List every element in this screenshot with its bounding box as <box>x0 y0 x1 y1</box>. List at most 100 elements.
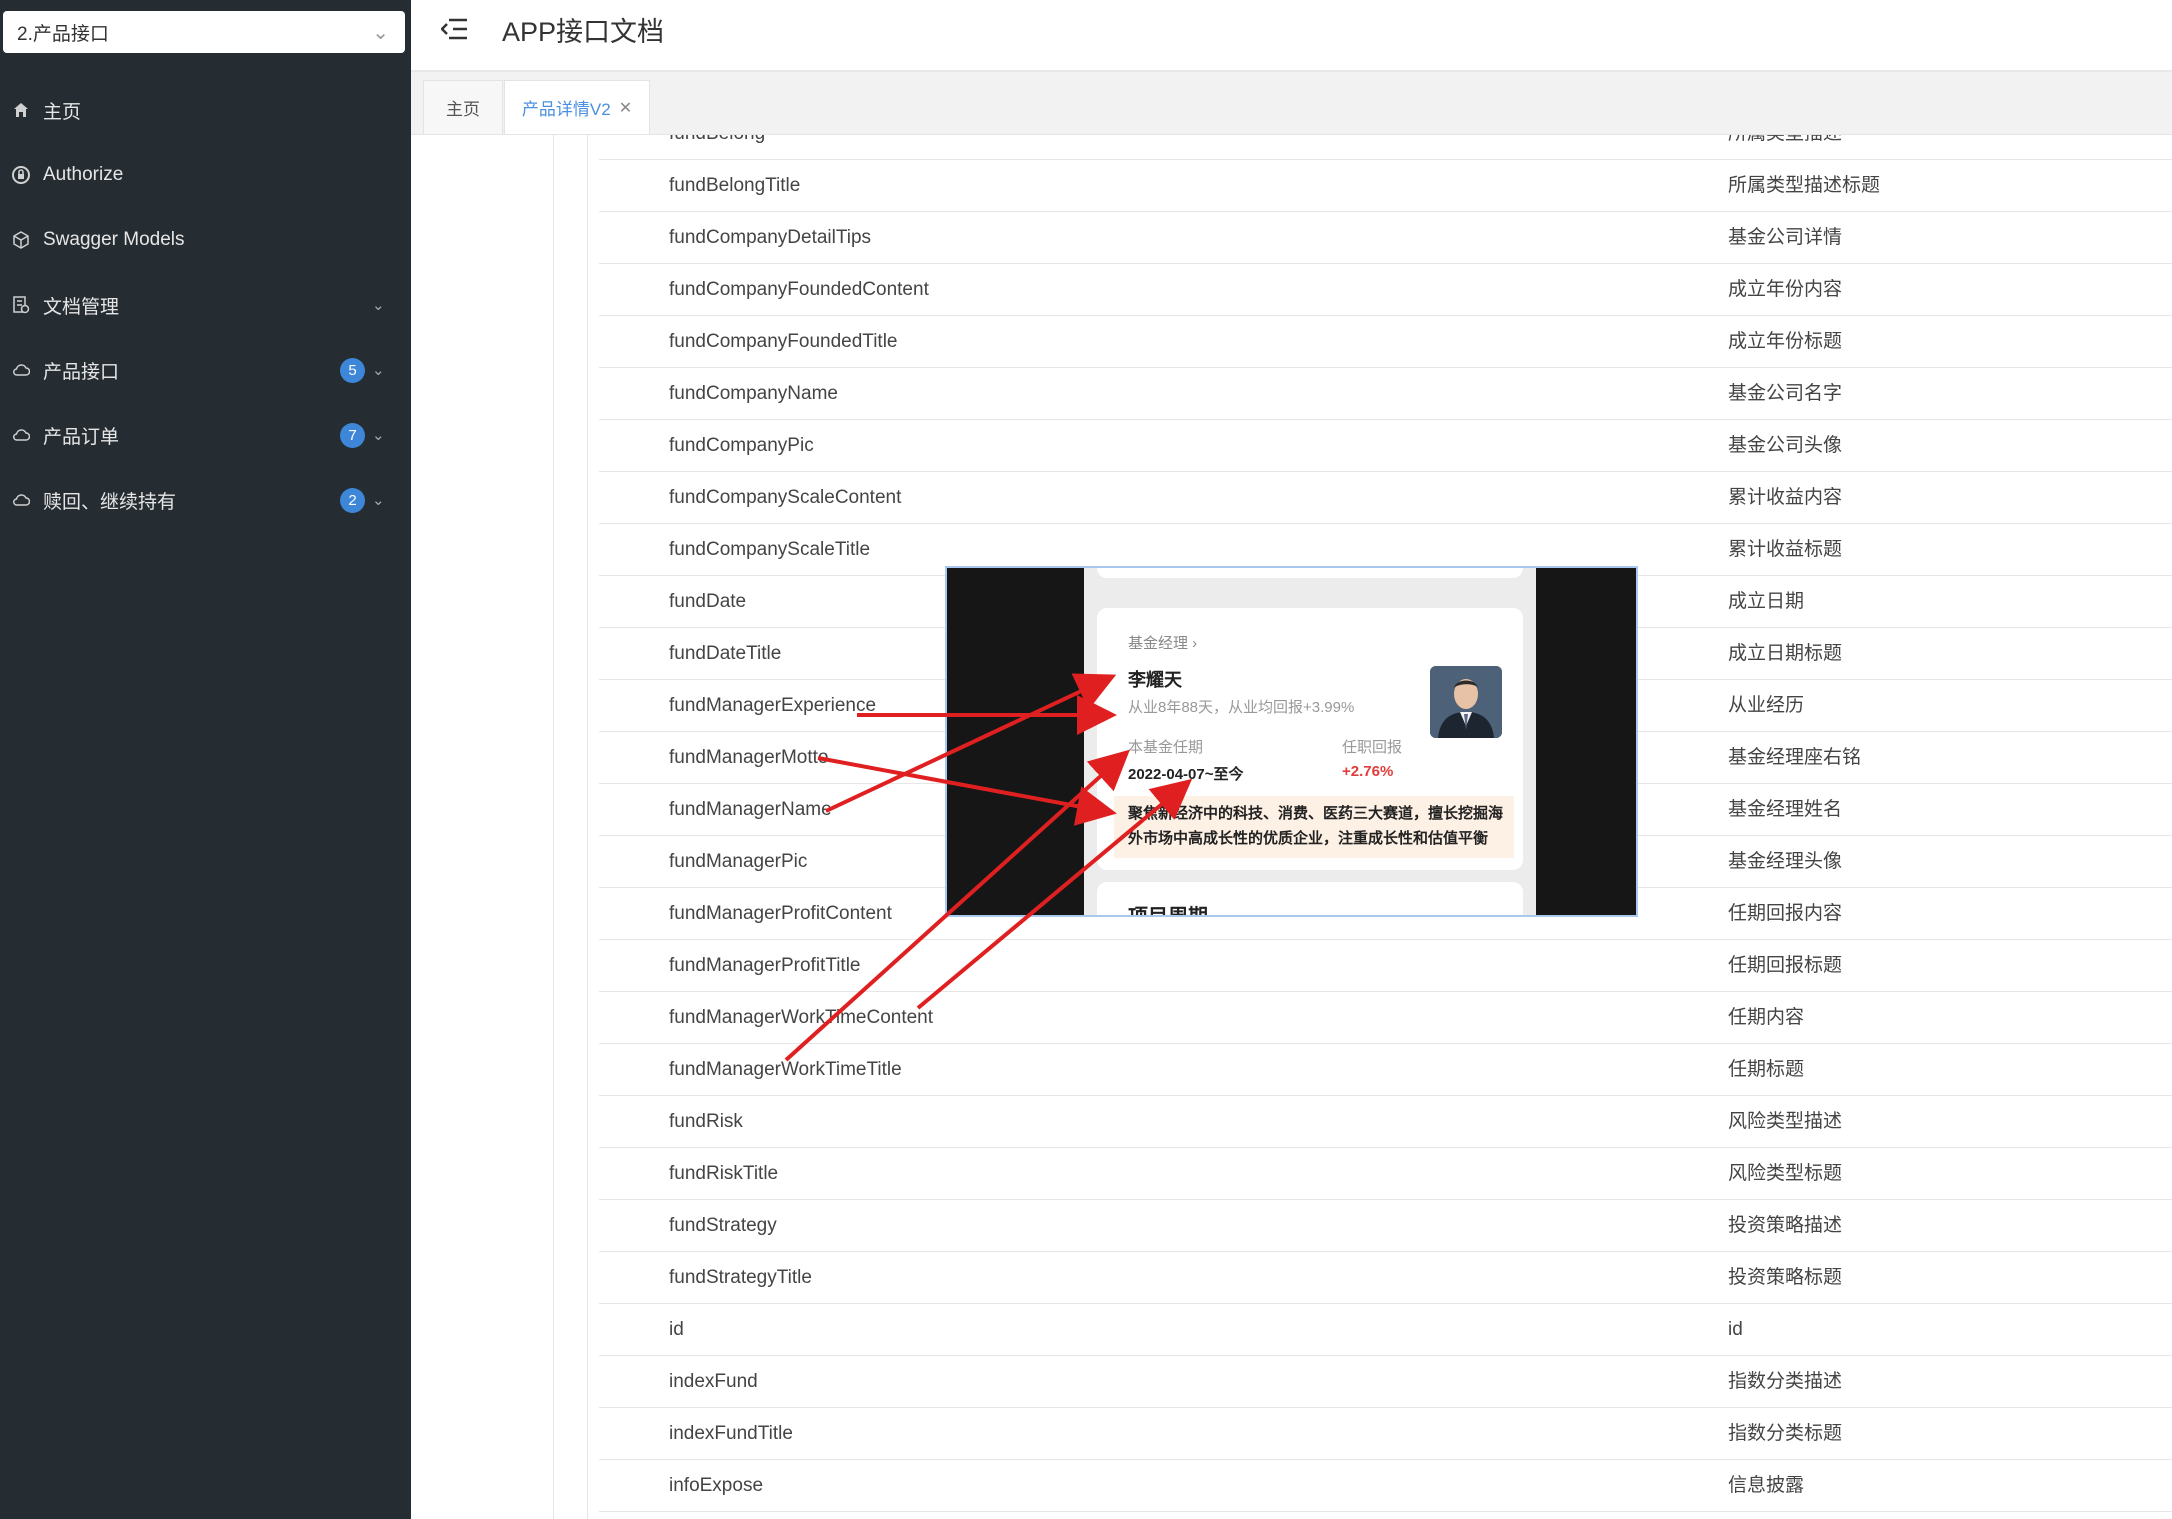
field-name: fundStrategy <box>669 1215 777 1236</box>
field-name: fundBelong <box>669 135 765 159</box>
field-description: 投资策略标题 <box>1728 1267 1843 1288</box>
table-row: indexFundTitle 指数分类标题 <box>599 1408 2172 1460</box>
field-name: fundDateTitle <box>669 643 782 664</box>
field-name: fundBelongTitle <box>669 175 801 196</box>
return-value: +2.76% <box>1342 763 1394 780</box>
motto-box: 聚焦新经济中的科技、消费、医药三大赛道，擅长挖掘海外市场中高成长性的优质企业，注… <box>1114 796 1514 858</box>
sidebar-item-redeem-hold[interactable]: 赎回、继续持有 2 ⌄ <box>0 470 411 530</box>
field-name: infoExposeTitle <box>669 1512 798 1519</box>
field-description: 基金公司详情 <box>1728 227 1843 248</box>
chevron-down-icon: ⌄ <box>372 362 385 379</box>
manager-motto: 聚焦新经济中的科技、消费、医药三大赛道，擅长挖掘海外市场中高成长性的优质企业，注… <box>1128 805 1504 847</box>
sidebar-item-swagger-models[interactable]: Swagger Models <box>0 210 411 270</box>
field-description: 成立日期标题 <box>1728 643 1843 664</box>
field-description: 任期回报内容 <box>1728 903 1843 924</box>
field-name: fundCompanyPic <box>669 435 814 456</box>
sidebar: 2.产品接口 ⌄ 主页 Authorize Swagger Models 文档管… <box>0 0 411 1519</box>
field-name: fundStrategyTitle <box>669 1267 812 1288</box>
field-description: 信息披露 <box>1728 1475 1805 1496</box>
sidebar-item-label: Swagger Models <box>43 229 185 250</box>
field-description: 任期回报标题 <box>1728 955 1843 976</box>
sidebar-item-label: Authorize <box>43 164 124 185</box>
field-description: 基金经理头像 <box>1728 851 1843 872</box>
chevron-down-icon: ⌄ <box>372 297 385 314</box>
table-row: fundBelong 所属类型描述 <box>599 135 2172 160</box>
table-row: id id <box>599 1304 2172 1356</box>
cloud-icon <box>12 361 30 379</box>
table-row: fundRisk 风险类型描述 <box>599 1096 2172 1148</box>
field-description: 任期内容 <box>1728 1007 1805 1028</box>
sidebar-item-product-order[interactable]: 产品订单 7 ⌄ <box>0 405 411 465</box>
field-description: 从业经历 <box>1728 695 1805 716</box>
field-description: 指数分类标题 <box>1728 1423 1843 1444</box>
field-name: fundCompanyFoundedTitle <box>669 331 898 352</box>
section-title: 项目周期 <box>1128 906 1208 917</box>
tab-product-detail-v2[interactable]: 产品详情V2 ✕ <box>504 80 650 134</box>
field-name: fundRisk <box>669 1111 743 1132</box>
app-screenshot-overlay: 基金经理 › 李耀天 从业8年88天，从业均回报+3.99% 本基金任期 202… <box>945 566 1638 917</box>
field-description: 基金公司头像 <box>1728 435 1843 456</box>
field-description: 累计收益标题 <box>1728 539 1843 560</box>
tab-home[interactable]: 主页 <box>423 80 503 134</box>
return-label: 任职回报 <box>1342 739 1403 756</box>
table-row: fundCompanyPic 基金公司头像 <box>599 420 2172 472</box>
table-row: fundCompanyDetailTips 基金公司详情 <box>599 212 2172 264</box>
sidebar-item-product-api[interactable]: 产品接口 5 ⌄ <box>0 340 411 400</box>
previous-card <box>1097 568 1523 578</box>
field-name: fundCompanyScaleContent <box>669 487 902 508</box>
menu-toggle-icon[interactable] <box>440 18 467 40</box>
sidebar-item-doc-management[interactable]: 文档管理 ⌄ <box>0 275 411 335</box>
field-name: fundManagerProfitTitle <box>669 955 861 976</box>
chevron-down-icon: ⌄ <box>372 492 385 509</box>
field-description: 累计收益内容 <box>1728 487 1843 508</box>
field-name: id <box>669 1319 684 1340</box>
table-row: fundBelongTitle 所属类型描述标题 <box>599 160 2172 212</box>
term-value: 2022-04-07~至今 <box>1128 766 1244 783</box>
field-description: 成立年份内容 <box>1728 279 1843 300</box>
doc-icon <box>12 296 30 314</box>
table-row: fundCompanyScaleContent 累计收益内容 <box>599 472 2172 524</box>
table-row: fundCompanyFoundedTitle 成立年份标题 <box>599 316 2172 368</box>
field-description: id <box>1728 1319 1743 1340</box>
sidebar-item-home[interactable]: 主页 <box>0 80 411 140</box>
table-row: infoExposeTitle 信息披露标题 <box>599 1512 2172 1519</box>
top-header: APP接口文档 <box>411 0 2172 72</box>
chevron-down-icon: ⌄ <box>372 22 389 44</box>
avatar <box>1430 666 1502 738</box>
manager-name: 李耀天 <box>1128 670 1182 690</box>
field-name: fundCompanyName <box>669 383 838 404</box>
cloud-icon <box>12 426 30 444</box>
field-description: 所属类型描述标题 <box>1728 175 1881 196</box>
tab-label: 产品详情V2 <box>521 100 611 119</box>
field-description: 成立年份标题 <box>1728 331 1843 352</box>
count-badge: 2 <box>340 487 365 513</box>
table-row: indexFund 指数分类描述 <box>599 1356 2172 1408</box>
cube-icon <box>12 231 30 249</box>
tab-bar: 主页 产品详情V2 ✕ <box>411 72 2172 135</box>
tab-label: 主页 <box>446 100 480 119</box>
project-period-card: 项目周期 <box>1097 882 1523 917</box>
table-row: fundManagerWorkTimeTitle 任期标题 <box>599 1044 2172 1096</box>
sidebar-item-label: 赎回、继续持有 <box>43 491 177 513</box>
sidebar-item-label: 文档管理 <box>43 296 120 318</box>
term-label: 本基金任期 <box>1128 739 1204 756</box>
project-select[interactable]: 2.产品接口 ⌄ <box>3 11 405 53</box>
page-title: APP接口文档 <box>502 17 665 47</box>
field-description: 风险类型描述 <box>1728 1111 1843 1132</box>
divider <box>587 135 588 1519</box>
close-icon[interactable]: ✕ <box>619 98 632 118</box>
field-description: 成立日期 <box>1728 591 1805 612</box>
field-name: fundManagerName <box>669 799 832 820</box>
manager-experience: 从业8年88天，从业均回报+3.99% <box>1128 699 1355 716</box>
count-badge: 5 <box>340 357 365 383</box>
sidebar-item-label: 产品接口 <box>43 361 120 383</box>
field-description: 指数分类描述 <box>1728 1371 1843 1392</box>
field-name: fundManagerWorkTimeTitle <box>669 1059 902 1080</box>
field-description: 任期标题 <box>1728 1059 1805 1080</box>
field-description: 投资策略描述 <box>1728 1215 1843 1236</box>
field-name: fundManagerMotto <box>669 747 829 768</box>
sidebar-item-authorize[interactable]: Authorize <box>0 145 411 205</box>
field-description: 基金经理座右铭 <box>1728 747 1862 768</box>
chevron-down-icon: ⌄ <box>372 427 385 444</box>
table-row: fundManagerProfitTitle 任期回报标题 <box>599 940 2172 992</box>
